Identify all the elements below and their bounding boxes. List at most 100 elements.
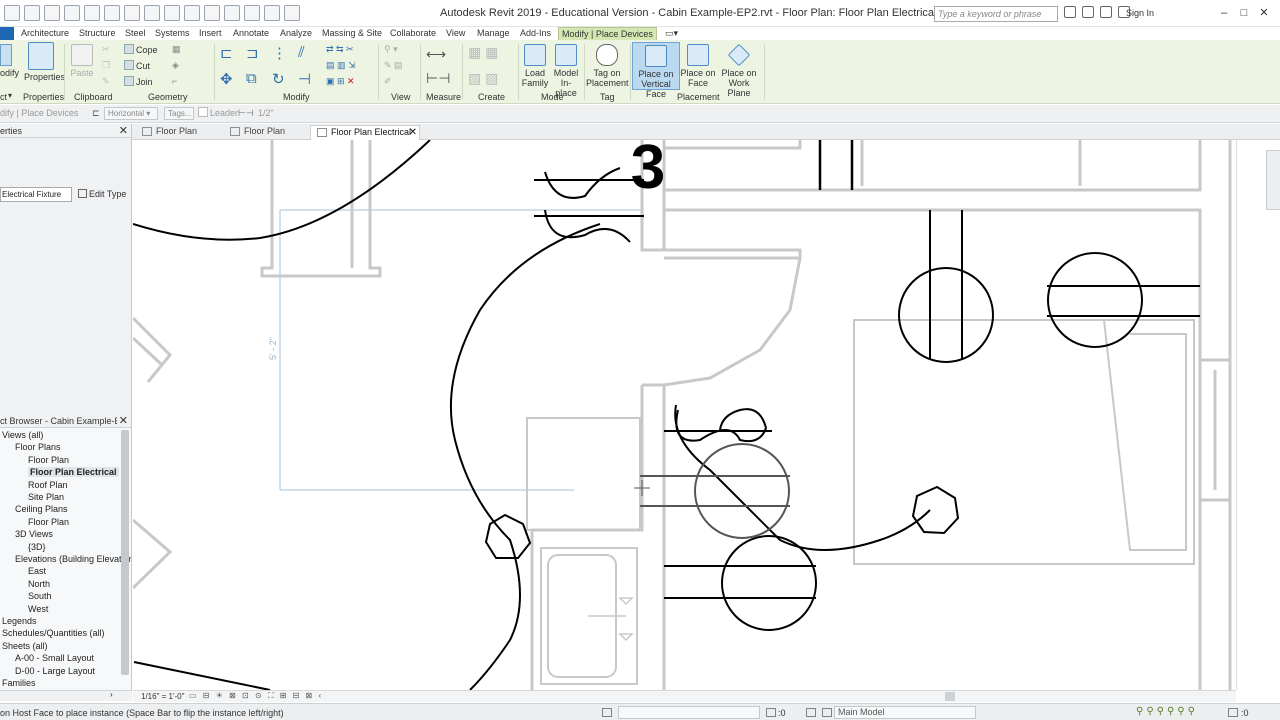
modify-button[interactable]: odify: [0, 44, 19, 78]
3d-view-icon[interactable]: [204, 5, 220, 21]
rotate-after-placement-icon[interactable]: ⊏: [92, 108, 100, 119]
tab-massing-site[interactable]: Massing & Site: [319, 27, 385, 40]
view-tab-floor-plan-electrical[interactable]: Floor Plan Electrical ✕: [310, 125, 420, 140]
type-selector[interactable]: Electrical Fixture: [0, 187, 72, 202]
editable-only-icon[interactable]: [822, 708, 832, 717]
copy-clipboard-icon[interactable]: ❐: [102, 60, 110, 71]
thin-lines-icon[interactable]: [244, 5, 260, 21]
project-browser-scrollbar[interactable]: [121, 430, 129, 675]
scale-icon[interactable]: ▣ ⊞ ✕: [326, 76, 355, 87]
close-button[interactable]: ✕: [1254, 4, 1274, 22]
browser-item[interactable]: Families: [2, 678, 36, 688]
switch-windows-icon[interactable]: [284, 5, 300, 21]
rotate-icon[interactable]: ↻: [272, 70, 285, 88]
section-icon[interactable]: [224, 5, 240, 21]
copy-icon[interactable]: ⧉: [246, 70, 257, 87]
cut-button[interactable]: Cut: [124, 60, 150, 71]
print-icon[interactable]: [104, 5, 120, 21]
workset-selector[interactable]: [618, 706, 760, 719]
tab-manage[interactable]: Manage: [474, 27, 513, 40]
open-icon[interactable]: [4, 5, 20, 21]
worksets-icon[interactable]: [602, 708, 612, 717]
text-icon[interactable]: [184, 5, 200, 21]
tab-systems[interactable]: Systems: [152, 27, 193, 40]
override-icon[interactable]: ✐: [384, 76, 392, 87]
paint-icon[interactable]: ◈: [172, 60, 179, 71]
sync-icon[interactable]: [44, 5, 60, 21]
wall-joins-icon[interactable]: ⌐: [172, 76, 177, 86]
tab-steel[interactable]: Steel: [122, 27, 149, 40]
redo-icon[interactable]: [84, 5, 100, 21]
create-assembly-icon[interactable]: ▦ ▦: [468, 44, 498, 61]
tag-icon[interactable]: [164, 5, 180, 21]
file-tab[interactable]: [0, 27, 14, 40]
view-tab-floor-plan-2[interactable]: Floor Plan: [224, 125, 310, 140]
browser-item[interactable]: Views (all): [2, 430, 43, 440]
view-control-icons[interactable]: ▭ ⊟ ☀ ⊠ ⊡ ⊙ ⛶ ⊞ ⊟ ⊠ ‹: [189, 691, 323, 701]
tab-overflow-toggle[interactable]: ▭▾: [662, 27, 681, 40]
browser-item[interactable]: West: [28, 604, 48, 614]
help-search-input[interactable]: Type a keyword or phrase: [934, 6, 1058, 22]
browser-item[interactable]: Roof Plan: [28, 480, 68, 490]
orientation-select[interactable]: Horizontal ▾: [104, 107, 158, 120]
leader-length-field[interactable]: 1/2": [258, 108, 274, 118]
place-on-face-button[interactable]: Place on Face: [680, 44, 716, 88]
hide-icon[interactable]: ✎ ▤: [384, 60, 403, 71]
match-type-icon[interactable]: ✎: [102, 76, 110, 87]
browser-item[interactable]: Schedules/Quantities (all): [2, 628, 105, 638]
properties-close-icon[interactable]: ✕: [119, 124, 128, 138]
subscription-icon[interactable]: [1082, 6, 1094, 18]
edit-type-button[interactable]: Edit Type: [78, 189, 126, 199]
split-face-icon[interactable]: ▦: [172, 44, 181, 55]
aligned-dimension-icon[interactable]: ⊢⊣: [426, 70, 450, 87]
canvas-horizontal-scroll-thumb[interactable]: [945, 692, 955, 701]
project-browser-close-icon[interactable]: ✕: [116, 414, 128, 427]
tab-architecture[interactable]: Architecture: [18, 27, 72, 40]
mirror-draw-icon[interactable]: ⫽: [298, 44, 305, 61]
browser-item[interactable]: Site Plan: [28, 492, 64, 502]
panel-label-select[interactable]: ct: [0, 92, 7, 102]
tag-on-placement-button[interactable]: Tag on Placement: [586, 44, 629, 88]
measure-icon[interactable]: [124, 5, 140, 21]
join-button[interactable]: Join: [124, 76, 153, 87]
split-icon[interactable]: ⇄ ⇆ ✂: [326, 44, 354, 55]
place-on-work-plane-button[interactable]: Place on Work Plane: [716, 43, 762, 98]
model-in-place-button[interactable]: Model In-place: [550, 44, 582, 98]
browser-item[interactable]: Ceiling Plans: [15, 504, 68, 514]
tab-annotate[interactable]: Annotate: [230, 27, 272, 40]
browser-item[interactable]: Elevations (Building Elevation): [15, 554, 131, 564]
browser-item[interactable]: D-00 - Large Layout: [15, 666, 95, 676]
design-options-icon[interactable]: [806, 708, 816, 717]
leader-checkbox[interactable]: [198, 107, 208, 117]
browser-item[interactable]: Floor Plans: [15, 442, 61, 452]
navigation-bar[interactable]: [1266, 150, 1280, 210]
browser-item[interactable]: Floor Plan: [28, 517, 69, 527]
place-on-vertical-face-button[interactable]: Place on Vertical Face: [632, 42, 680, 99]
dimension-icon[interactable]: [144, 5, 160, 21]
tab-insert[interactable]: Insert: [196, 27, 225, 40]
pin-icon[interactable]: ⚲ ▾: [384, 44, 398, 55]
browser-item[interactable]: Sheets (all): [2, 641, 48, 651]
star-icon[interactable]: [1100, 6, 1112, 18]
save-icon[interactable]: [24, 5, 40, 21]
properties-button[interactable]: Properties: [24, 42, 65, 82]
restore-button[interactable]: □: [1234, 4, 1254, 22]
trim-icon[interactable]: ⊣: [298, 70, 311, 88]
tab-modify-place-devices[interactable]: Modify | Place Devices: [558, 27, 657, 40]
project-browser-hscrollbar[interactable]: ›: [0, 690, 132, 701]
selection-toggles[interactable]: ⚲⚲⚲⚲⚲⚲: [1136, 706, 1198, 717]
minimize-button[interactable]: –: [1214, 4, 1234, 22]
browser-item[interactable]: 3D Views: [15, 529, 53, 539]
undo-icon[interactable]: [64, 5, 80, 21]
load-family-button[interactable]: Load Family: [520, 44, 550, 88]
cope-button[interactable]: Cope: [124, 44, 158, 55]
sign-in-link[interactable]: Sign In: [1126, 8, 1154, 18]
tags-button[interactable]: Tags...: [164, 107, 194, 120]
create-parts-icon[interactable]: ▧ ▨: [468, 70, 498, 87]
move-icon[interactable]: ✥: [220, 70, 233, 88]
align-icon[interactable]: ⊏: [220, 44, 233, 62]
cut-clipboard-icon[interactable]: ✂: [102, 44, 110, 55]
paste-button[interactable]: Paste: [68, 44, 96, 78]
browser-item[interactable]: East: [28, 566, 46, 576]
view-scale[interactable]: 1/16" = 1'-0": [141, 692, 184, 701]
